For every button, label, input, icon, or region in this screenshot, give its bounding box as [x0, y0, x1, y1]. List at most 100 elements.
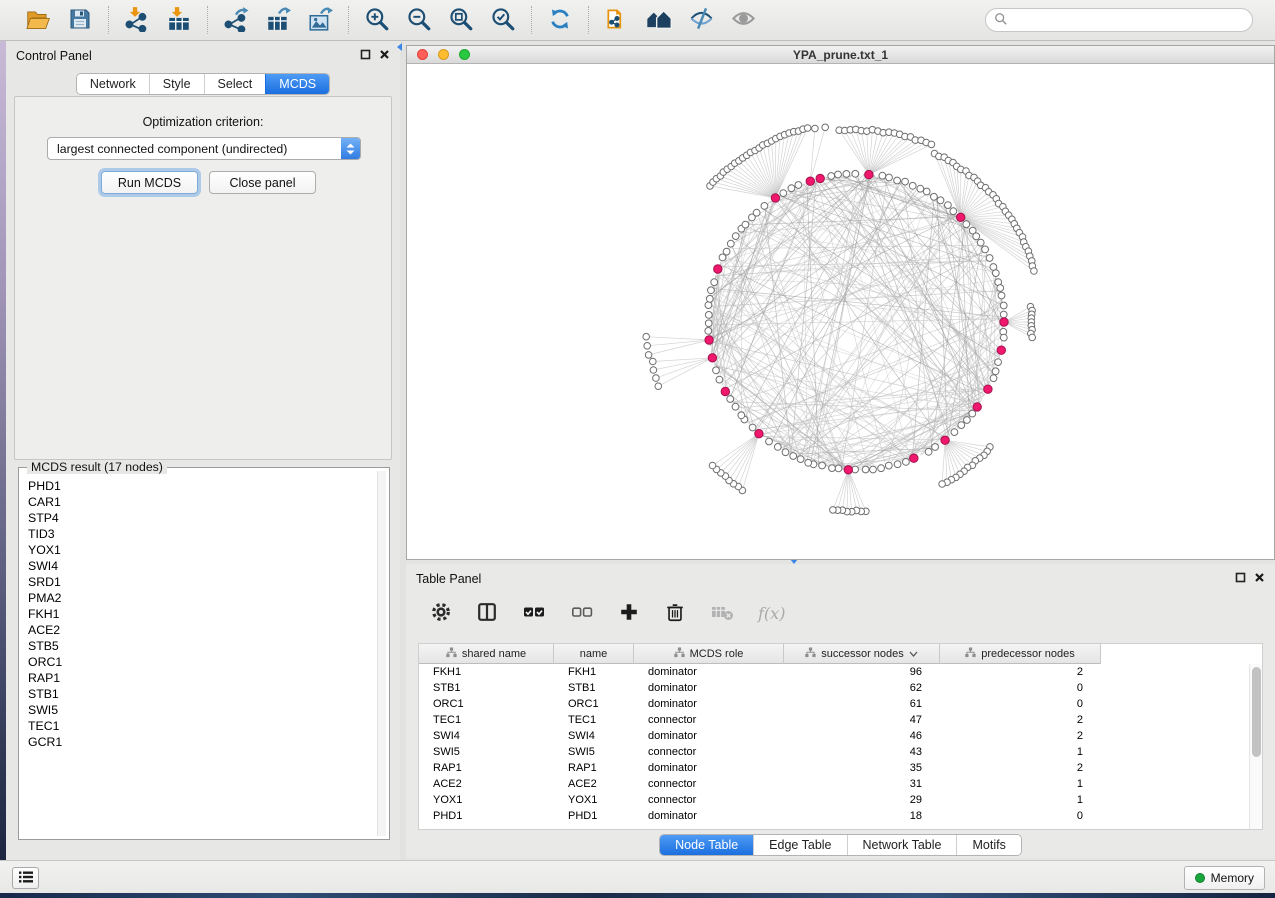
- network-node[interactable]: [749, 424, 756, 431]
- table-scrollbar[interactable]: [1249, 664, 1262, 829]
- network-window-titlebar[interactable]: YPA_prune.txt_1: [407, 46, 1274, 64]
- network-node[interactable]: [753, 209, 760, 216]
- network-node[interactable]: [774, 444, 781, 451]
- memory-button[interactable]: Memory: [1184, 866, 1265, 890]
- network-node[interactable]: [964, 417, 971, 424]
- network-node[interactable]: [982, 246, 989, 253]
- network-node[interactable]: [727, 240, 734, 247]
- network-node[interactable]: [923, 188, 930, 195]
- table-row[interactable]: TEC1TEC1connector472: [419, 712, 1262, 728]
- network-node[interactable]: [986, 255, 993, 262]
- open-file-button[interactable]: [23, 5, 53, 35]
- delete-column-icon[interactable]: [664, 601, 686, 626]
- network-node[interactable]: [655, 383, 662, 390]
- mcds-result-item[interactable]: FKH1: [21, 606, 375, 622]
- network-node[interactable]: [706, 295, 713, 302]
- network-node[interactable]: [951, 429, 958, 436]
- network-node[interactable]: [711, 279, 718, 286]
- run-mcds-button[interactable]: Run MCDS: [101, 171, 198, 194]
- mcds-node[interactable]: [957, 213, 965, 221]
- network-node[interactable]: [903, 459, 910, 466]
- tab-edge-table[interactable]: Edge Table: [753, 835, 846, 855]
- network-node[interactable]: [804, 125, 811, 132]
- mcds-result-item[interactable]: TEC1: [21, 718, 375, 734]
- column-header-predecessor-nodes[interactable]: predecessor nodes: [940, 644, 1101, 664]
- network-node[interactable]: [894, 461, 901, 468]
- network-node[interactable]: [780, 190, 787, 197]
- mcds-result-item[interactable]: PHD1: [21, 478, 375, 494]
- hide-graphics-details-button[interactable]: [686, 5, 716, 35]
- network-node[interactable]: [928, 141, 935, 148]
- network-node[interactable]: [939, 481, 946, 488]
- home-button[interactable]: [644, 5, 674, 35]
- mcds-result-item[interactable]: SWI5: [21, 702, 375, 718]
- network-node[interactable]: [879, 172, 886, 179]
- network-node[interactable]: [819, 462, 826, 469]
- mcds-result-item[interactable]: CAR1: [21, 494, 375, 510]
- tab-node-table[interactable]: Node Table: [660, 835, 753, 855]
- float-panel-icon[interactable]: [360, 49, 371, 63]
- network-node[interactable]: [829, 465, 836, 472]
- network-node[interactable]: [797, 456, 804, 463]
- mcds-result-item[interactable]: GCR1: [21, 734, 375, 750]
- settings-gear-icon[interactable]: [430, 601, 452, 626]
- tab-select[interactable]: Select: [204, 74, 266, 94]
- window-zoom-traffic-light[interactable]: [459, 49, 470, 60]
- network-node[interactable]: [732, 403, 739, 410]
- export-image-button[interactable]: [305, 5, 335, 35]
- network-node[interactable]: [909, 182, 916, 189]
- mcds-node[interactable]: [941, 436, 949, 444]
- network-node[interactable]: [886, 174, 893, 181]
- network-node[interactable]: [828, 173, 835, 180]
- network-node[interactable]: [992, 368, 999, 375]
- network-node[interactable]: [782, 449, 789, 456]
- tab-network[interactable]: Network: [77, 74, 149, 94]
- mcds-node[interactable]: [705, 336, 713, 344]
- mcds-result-item[interactable]: TID3: [21, 526, 375, 542]
- network-node[interactable]: [723, 248, 730, 255]
- network-node[interactable]: [932, 444, 939, 451]
- network-node[interactable]: [835, 171, 842, 178]
- mcds-node[interactable]: [984, 385, 992, 393]
- table-row[interactable]: SWI4SWI4dominator462: [419, 728, 1262, 744]
- zoom-in-button[interactable]: [362, 5, 392, 35]
- mcds-result-item[interactable]: PMA2: [21, 590, 375, 606]
- network-node[interactable]: [1031, 268, 1038, 275]
- add-column-icon[interactable]: [618, 601, 640, 626]
- network-node[interactable]: [645, 352, 652, 359]
- close-panel-icon[interactable]: [379, 49, 390, 63]
- network-node[interactable]: [761, 203, 768, 210]
- column-header-name[interactable]: name: [554, 644, 634, 664]
- network-node[interactable]: [950, 208, 957, 215]
- network-node[interactable]: [885, 462, 892, 469]
- network-node[interactable]: [643, 333, 650, 340]
- search-input[interactable]: [1008, 10, 1252, 30]
- network-node[interactable]: [843, 171, 850, 178]
- mcds-node[interactable]: [771, 194, 779, 202]
- show-graphics-details-button[interactable]: [728, 5, 758, 35]
- network-node[interactable]: [870, 466, 877, 473]
- network-node[interactable]: [822, 124, 829, 131]
- network-node[interactable]: [992, 270, 999, 277]
- network-node[interactable]: [805, 459, 812, 466]
- optimization-criterion-select[interactable]: largest connected component (undirected): [47, 137, 361, 160]
- network-node[interactable]: [835, 465, 842, 472]
- mcds-node[interactable]: [1000, 318, 1008, 326]
- network-node[interactable]: [945, 202, 952, 209]
- close-panel-button[interactable]: Close panel: [209, 171, 316, 194]
- network-node[interactable]: [705, 328, 712, 335]
- network-node[interactable]: [990, 375, 997, 382]
- network-node[interactable]: [997, 285, 1004, 292]
- float-panel-icon[interactable]: [1235, 572, 1246, 586]
- table-row[interactable]: ORC1ORC1dominator610: [419, 696, 1262, 712]
- mcds-node[interactable]: [865, 170, 873, 178]
- network-node[interactable]: [766, 438, 773, 445]
- network-node[interactable]: [727, 396, 734, 403]
- mcds-node[interactable]: [973, 403, 981, 411]
- network-node[interactable]: [973, 233, 980, 240]
- mcds-node[interactable]: [755, 430, 763, 438]
- mcds-node[interactable]: [997, 346, 1005, 354]
- network-node[interactable]: [650, 367, 657, 374]
- table-row[interactable]: PHD1PHD1dominator180: [419, 808, 1262, 824]
- import-network-button[interactable]: [122, 5, 152, 35]
